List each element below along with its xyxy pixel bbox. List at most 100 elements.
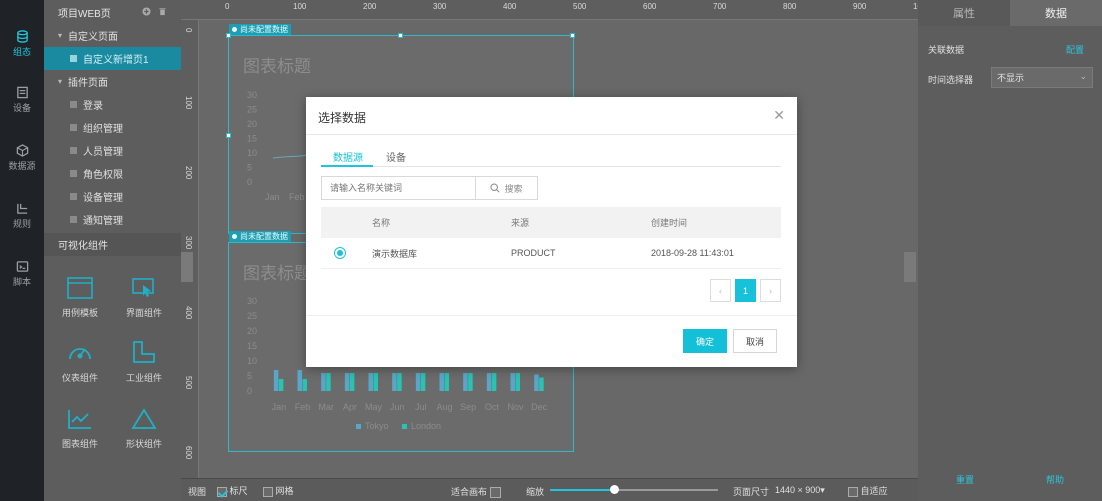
- ruler-label: 100: [293, 2, 307, 11]
- nav-item-datasource[interactable]: 数据源: [0, 136, 44, 180]
- database-icon: [16, 30, 28, 43]
- nav-item-config[interactable]: 组态: [0, 22, 44, 66]
- cube-icon: [16, 144, 28, 157]
- reset-button[interactable]: 重置: [956, 473, 974, 486]
- ruler-label: 200: [184, 166, 193, 180]
- select-data-dialog: 选择数据 ✕ 数据源 设备 搜索 名称 来源 创建时间 演示数据库 PRODUC…: [306, 97, 797, 367]
- bar-tokyo-apr: [344, 373, 350, 391]
- pager-next[interactable]: ›: [760, 279, 781, 302]
- zoom-slider-fill: [550, 489, 614, 491]
- ruler-label: 700: [713, 2, 727, 11]
- page-size-select[interactable]: 1440 × 900▾: [775, 485, 825, 496]
- nav-rail: 组态 设备 数据源 规则 脚本: [0, 0, 44, 501]
- search-button[interactable]: 搜索: [475, 176, 538, 200]
- component-gauge[interactable]: 仪表组件: [50, 340, 110, 384]
- confirm-button[interactable]: 确定: [683, 329, 727, 353]
- bar-london-sep: [468, 373, 473, 391]
- tab-datasource[interactable]: 数据源: [333, 149, 363, 164]
- y-tick-label: 20: [247, 326, 257, 336]
- y-tick-label: 10: [247, 148, 257, 158]
- tree-item-login[interactable]: 登录: [44, 93, 181, 116]
- table-row[interactable]: 演示数据库 PRODUCT 2018-09-28 11:43:01: [321, 238, 781, 269]
- close-icon[interactable]: ✕: [773, 107, 785, 124]
- bar-london-nov: [515, 373, 520, 391]
- bar-tokyo-oct: [486, 373, 492, 391]
- ruler-label: 300: [433, 2, 447, 11]
- y-tick-label: 20: [247, 119, 257, 129]
- collapse-left-handle[interactable]: [181, 252, 193, 282]
- ruler-label: 400: [184, 306, 193, 320]
- config-link[interactable]: 配置: [1066, 43, 1084, 56]
- tree-item-org[interactable]: 组织管理: [44, 116, 181, 139]
- help-button[interactable]: 帮助: [1046, 473, 1064, 486]
- zoom-slider[interactable]: [550, 485, 718, 494]
- nav-item-device[interactable]: 设备: [0, 78, 44, 122]
- ruler-label: 500: [184, 376, 193, 390]
- trash-icon[interactable]: [158, 7, 167, 16]
- legend-swatch: [402, 424, 407, 429]
- bar-tokyo-dec: [534, 374, 539, 391]
- page-icon: [70, 170, 77, 177]
- zoom-slider-knob[interactable]: [609, 485, 619, 494]
- col-source: 来源: [511, 218, 530, 228]
- checkbox-checked-icon: [217, 486, 227, 497]
- tree-item-notify[interactable]: 通知管理: [44, 208, 181, 231]
- ruler-label: 500: [573, 2, 587, 11]
- tree-item-devices[interactable]: 设备管理: [44, 185, 181, 208]
- line-chart-icon: [68, 410, 91, 429]
- unconfigured-tag: 尚未配置数据: [229, 231, 291, 242]
- adaptive-toggle[interactable]: 自适应: [848, 484, 888, 497]
- x-tick-label: Sep: [460, 402, 476, 412]
- bar-london-apr: [349, 373, 355, 391]
- tab-properties[interactable]: 属性: [918, 0, 1010, 26]
- component-template[interactable]: 用例模板: [50, 277, 110, 319]
- ruler-toggle[interactable]: 标尺: [217, 484, 248, 497]
- nav-item-rules[interactable]: 规则: [0, 194, 44, 238]
- datasource-table: 名称 来源 创建时间 演示数据库 PRODUCT 2018-09-28 11:4…: [321, 207, 781, 269]
- legend-swatch: [356, 424, 361, 429]
- chevron-down-icon: ⌄: [1079, 71, 1087, 81]
- pipe-icon: [133, 341, 155, 363]
- x-tick-label: Feb: [289, 192, 305, 202]
- cancel-button[interactable]: 取消: [733, 329, 777, 353]
- bar-tokyo-nov: [510, 373, 515, 391]
- ruler-label: 600: [643, 2, 657, 11]
- tab-data[interactable]: 数据: [1010, 0, 1102, 26]
- component-industrial[interactable]: 工业组件: [114, 340, 174, 384]
- tree-group-plugin[interactable]: ▾ 插件页面: [44, 70, 181, 93]
- time-selector-dropdown[interactable]: 不显示 ⌄: [991, 67, 1093, 88]
- cell-source: PRODUCT: [511, 248, 556, 258]
- pager-page-1[interactable]: 1: [735, 279, 756, 302]
- ruler-label: 200: [363, 2, 377, 11]
- x-tick-label: Jul: [415, 402, 427, 412]
- tree-item-custom-page-1[interactable]: 自定义新增页1: [44, 47, 181, 70]
- bar-london-feb: [302, 379, 307, 391]
- pager-prev[interactable]: ‹: [710, 279, 731, 302]
- nav-label: 组态: [12, 47, 31, 57]
- x-tick-label: Jun: [390, 402, 405, 412]
- add-page-icon[interactable]: [142, 7, 151, 16]
- chevron-right-icon: ›: [769, 285, 772, 296]
- ruler-label: 300: [184, 236, 193, 250]
- tree-group-custom[interactable]: ▾ 自定义页面: [44, 24, 181, 47]
- y-tick-label: 25: [247, 105, 257, 115]
- col-created: 创建时间: [651, 218, 688, 228]
- fit-canvas-button[interactable]: 适合画布: [451, 485, 501, 499]
- nav-item-script[interactable]: 脚本: [0, 252, 44, 296]
- ruler-label: 800: [783, 2, 797, 11]
- search-input[interactable]: [321, 176, 476, 200]
- time-selector-label: 时间选择器: [928, 75, 974, 85]
- tab-device[interactable]: 设备: [386, 149, 406, 164]
- component-chart[interactable]: 图表组件: [50, 408, 110, 450]
- tree-item-roles[interactable]: 角色权限: [44, 162, 181, 185]
- tree-item-people[interactable]: 人员管理: [44, 139, 181, 162]
- collapse-right-handle[interactable]: [904, 252, 916, 282]
- y-tick-label: 0: [247, 386, 252, 396]
- rule-icon: [16, 203, 27, 214]
- ruler-label: 400: [503, 2, 517, 11]
- component-ui[interactable]: 界面组件: [114, 277, 174, 319]
- view-label: 视图: [188, 487, 207, 497]
- radio-selected[interactable]: [334, 247, 346, 259]
- grid-toggle[interactable]: 网格: [263, 484, 294, 497]
- component-shape[interactable]: 形状组件: [114, 408, 174, 450]
